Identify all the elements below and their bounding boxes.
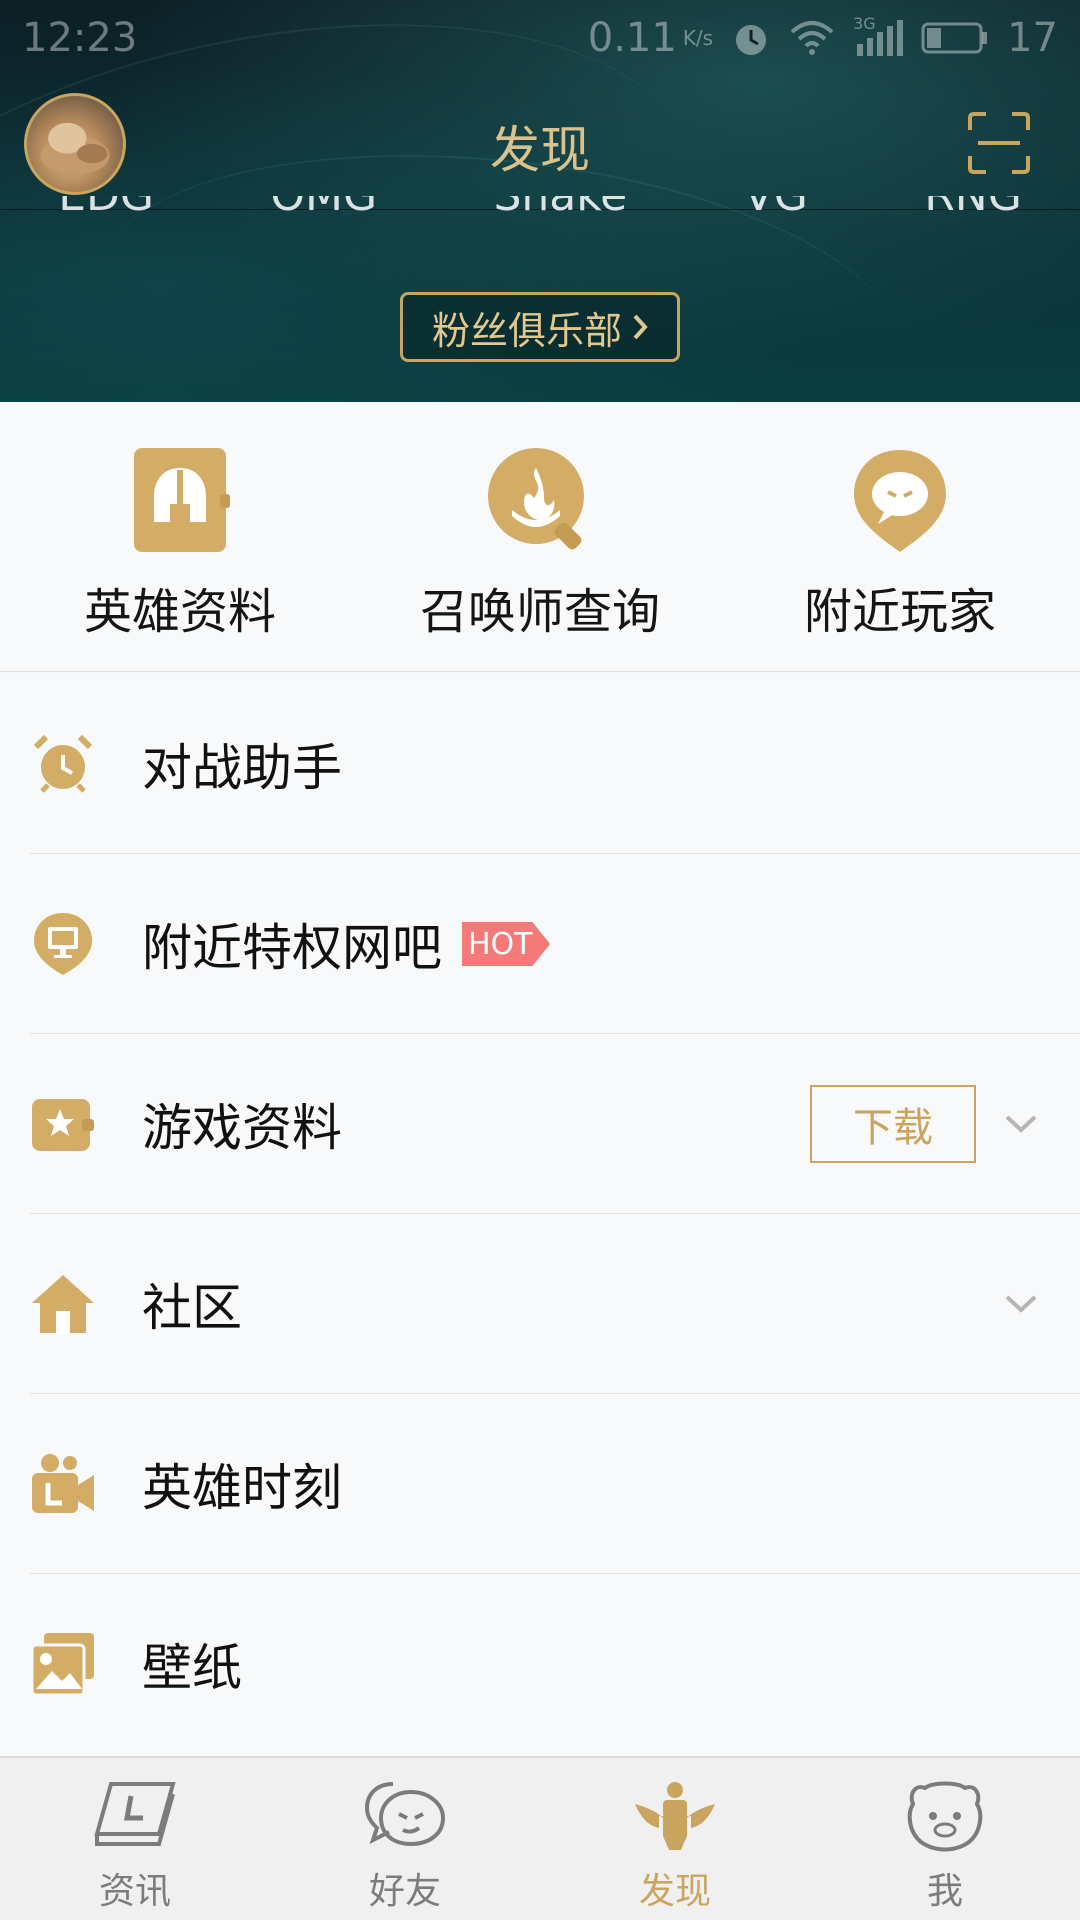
chevron-down-icon[interactable] [1004, 1114, 1038, 1134]
image-gallery-icon [30, 1633, 94, 1697]
summoner-search-icon [488, 448, 584, 550]
feature-list: 对战助手 附近特权网吧 HOT 游戏资料 下载 社区 英雄时刻 壁纸 [0, 674, 1080, 1754]
hero-moments-row[interactable]: 英雄时刻 [0, 1394, 1080, 1574]
hero-info-button[interactable]: 英雄资料 [0, 402, 360, 671]
home-icon [32, 1275, 94, 1333]
alarm-icon [736, 25, 767, 55]
team-name[interactable]: OMG [270, 196, 377, 218]
winged-emblem-icon [635, 1782, 715, 1850]
signal-icon: 3G [853, 14, 904, 58]
chevron-down-icon[interactable] [1004, 1294, 1038, 1314]
tab-news[interactable]: 资讯 [0, 1758, 270, 1920]
summoner-search-label: 召唤师查询 [419, 584, 660, 640]
internet-cafe-label: 附近特权网吧 [142, 919, 442, 977]
book-icon [94, 1782, 176, 1846]
battle-assistant-label: 对战助手 [142, 739, 342, 797]
header-banner: 12:23 0.11 K/s 3G 17 发现 粉丝俱乐部 [0, 0, 1080, 402]
game-data-row[interactable]: 游戏资料 下载 [0, 1034, 1080, 1214]
team-name[interactable]: VG [744, 196, 808, 218]
helmet-icon [134, 448, 230, 552]
status-bar: 12:23 0.11 K/s 3G 17 [0, 0, 1080, 76]
tab-label: 资讯 [98, 1871, 171, 1912]
team-name[interactable]: RNG [924, 196, 1022, 218]
bottom-tab-bar: 资讯 好友 发现 我 [0, 1756, 1080, 1920]
community-row[interactable]: 社区 [0, 1214, 1080, 1394]
internet-cafe-row[interactable]: 附近特权网吧 HOT [0, 854, 1080, 1034]
team-name[interactable]: Shake [493, 196, 627, 218]
nearby-players-icon [854, 450, 946, 552]
alarm-clock-icon [33, 734, 93, 793]
battery-icon [921, 22, 988, 54]
profile-face-icon [907, 1781, 983, 1852]
net-speed-unit: K/s [682, 26, 714, 50]
video-camera-icon [32, 1454, 94, 1513]
tab-me[interactable]: 我 [810, 1758, 1080, 1920]
game-data-label: 游戏资料 [142, 1099, 342, 1157]
tab-label: 我 [926, 1871, 963, 1912]
nearby-players-button[interactable]: 附近玩家 [720, 402, 1080, 671]
battery-level: 17 [1007, 15, 1058, 61]
status-time: 12:23 [22, 15, 138, 61]
download-button[interactable]: 下载 [810, 1085, 976, 1163]
location-monitor-icon [34, 913, 92, 975]
community-label: 社区 [142, 1279, 242, 1337]
hero-info-label: 英雄资料 [83, 584, 276, 640]
team-names-row: EDG OMG Shake VG RNG [0, 196, 1080, 228]
top-navigation-bar: 发现 [0, 84, 1080, 210]
fan-club-label: 粉丝俱乐部 [431, 308, 622, 353]
tab-friends[interactable]: 好友 [270, 1758, 540, 1920]
tab-label: 发现 [638, 1871, 711, 1912]
scan-icon[interactable] [968, 112, 1030, 174]
battle-assistant-row[interactable]: 对战助手 [0, 674, 1080, 854]
wifi-icon [790, 21, 834, 55]
wallpaper-label: 壁纸 [142, 1639, 242, 1697]
chevron-right-icon [633, 314, 648, 340]
quick-actions: 英雄资料 召唤师查询 附近玩家 [0, 402, 1080, 672]
wallet-star-icon [32, 1099, 94, 1151]
fan-club-button[interactable]: 粉丝俱乐部 [400, 292, 680, 362]
hero-moments-label: 英雄时刻 [142, 1459, 342, 1517]
hot-badge: HOT [462, 922, 550, 966]
chat-bubbles-icon [364, 1782, 446, 1847]
tab-discover[interactable]: 发现 [540, 1758, 810, 1920]
net-speed: 0.11 [587, 15, 677, 61]
page-title: 发现 [490, 121, 590, 179]
team-name[interactable]: EDG [58, 196, 154, 218]
tab-label: 好友 [368, 1871, 441, 1912]
nearby-players-label: 附近玩家 [803, 584, 996, 640]
wallpaper-row[interactable]: 壁纸 [0, 1574, 1080, 1754]
summoner-search-button[interactable]: 召唤师查询 [360, 402, 720, 671]
